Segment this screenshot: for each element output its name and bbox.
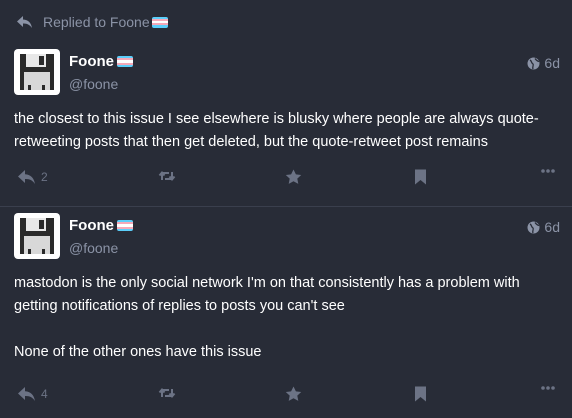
trans-flag-icon xyxy=(117,220,133,231)
account-handle[interactable]: @foone xyxy=(69,76,118,92)
status-post[interactable]: Foone @foone 6d the closest to this issu… xyxy=(0,45,572,205)
action-bar: 4 xyxy=(0,386,572,408)
status-paragraph: None of the other ones have this issue xyxy=(14,344,262,360)
boost-icon xyxy=(158,386,176,400)
reply-button[interactable]: 4 xyxy=(17,386,48,402)
trans-flag-icon xyxy=(117,56,133,67)
status-paragraph: mastodon is the only social network I'm … xyxy=(14,275,520,314)
boost-button[interactable] xyxy=(158,386,176,400)
more-options-button[interactable] xyxy=(541,386,555,390)
boost-button[interactable] xyxy=(158,169,176,183)
bookmark-icon xyxy=(414,169,427,185)
floppy-disk-icon xyxy=(20,218,54,254)
reply-icon xyxy=(16,15,33,29)
reply-icon xyxy=(17,169,36,185)
action-bar: 2 xyxy=(0,169,572,191)
status-content: the closest to this issue I see elsewher… xyxy=(14,108,560,154)
reply-count: 4 xyxy=(41,387,48,401)
status-content: mastodon is the only social network I'm … xyxy=(14,272,560,364)
favourite-button[interactable] xyxy=(285,386,302,402)
timestamp[interactable]: 6d xyxy=(527,55,560,71)
globe-icon xyxy=(527,57,540,70)
reply-count: 2 xyxy=(41,170,48,184)
bookmark-icon xyxy=(414,386,427,402)
avatar[interactable] xyxy=(14,49,60,95)
bookmark-button[interactable] xyxy=(414,169,427,185)
status-paragraph: the closest to this issue I see elsewher… xyxy=(14,111,539,150)
status-post[interactable]: Foone @foone 6d mastodon is the only soc… xyxy=(0,209,572,418)
more-options-button[interactable] xyxy=(541,169,555,173)
reply-button[interactable]: 2 xyxy=(17,169,48,185)
replied-to-label: Replied to Foone xyxy=(43,14,150,30)
display-name[interactable]: Foone xyxy=(69,53,133,70)
favourite-button[interactable] xyxy=(285,169,302,185)
divider xyxy=(0,206,572,207)
boost-icon xyxy=(158,169,176,183)
trans-flag-icon xyxy=(151,16,168,28)
bookmark-button[interactable] xyxy=(414,386,427,402)
avatar[interactable] xyxy=(14,213,60,259)
globe-icon xyxy=(527,221,540,234)
ellipsis-icon xyxy=(541,169,555,173)
star-icon xyxy=(285,169,302,185)
reply-icon xyxy=(17,386,36,402)
account-handle[interactable]: @foone xyxy=(69,240,118,256)
ellipsis-icon xyxy=(541,386,555,390)
display-name[interactable]: Foone xyxy=(69,217,133,234)
timestamp[interactable]: 6d xyxy=(527,219,560,235)
replied-to-indicator[interactable]: Replied to Foone xyxy=(16,11,168,33)
star-icon xyxy=(285,386,302,402)
floppy-disk-icon xyxy=(20,54,54,90)
